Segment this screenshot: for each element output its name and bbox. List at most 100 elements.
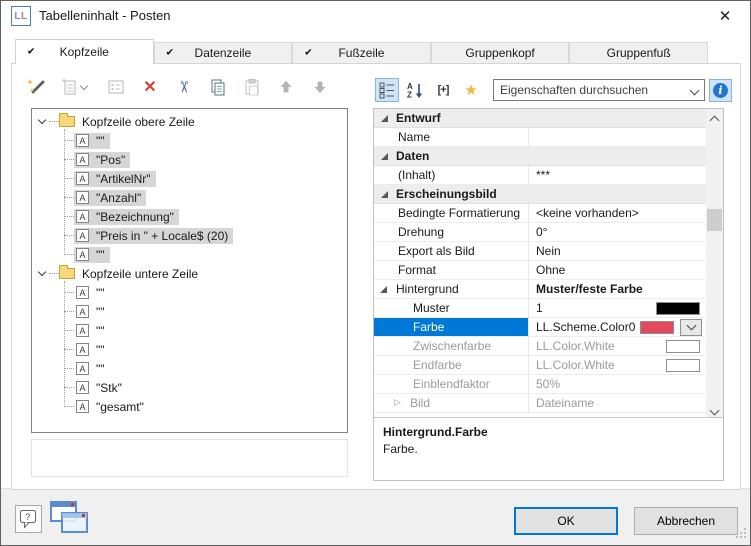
info-icon[interactable]: i [709,79,732,102]
tree-folder-label: Kopfzeile untere Zeile [82,267,198,281]
tree-item[interactable]: A "Stk" [64,378,347,397]
move-down-icon[interactable] [307,75,333,99]
tree-item[interactable]: A "Preis in " + Locale$ (20) [64,226,347,245]
color-swatch [656,302,700,315]
tree-folder-row[interactable]: Kopfzeile obere Zeile [36,112,347,131]
app-icon: LL [11,6,31,26]
tree-item[interactable]: A "" [64,283,347,302]
property-row[interactable]: Endfarbe LL.Color.White [374,356,706,375]
tab-gruppenfuß[interactable]: Gruppenfuß [569,42,708,63]
tree-item[interactable]: A "" [64,245,347,264]
tree-item[interactable]: A "" [64,302,347,321]
swatch-dropdown-button[interactable] [680,319,702,336]
view-categorized-icon[interactable] [375,78,399,102]
tree-item[interactable]: A "" [64,359,347,378]
cancel-button[interactable]: Abbrechen [634,507,738,535]
prop-value: LL.Color.White [536,358,666,372]
tab-gruppenkopf[interactable]: Gruppenkopf [431,42,570,63]
resize-grip-icon[interactable] [736,528,747,542]
dialog-footer: ? OK Abbrechen [1,488,750,545]
scroll-down-icon[interactable] [706,400,723,417]
tree-item[interactable]: A "Pos" [64,150,347,169]
scrollbar[interactable] [706,109,723,417]
tab-fußzeile[interactable]: ✔ Fußzeile [292,42,431,63]
tab-label: Gruppenfuß [607,46,671,60]
prop-label: Farbe [413,320,444,334]
property-category-row[interactable]: Erscheinungsbild [374,185,706,204]
prop-value: LL.Color.White [536,339,666,353]
search-input[interactable] [493,79,705,101]
tab-check-icon: ✔ [304,48,312,59]
tree-children: A "" A "Pos" A "ArtikelNr" A "Anzahl" A … [64,131,347,264]
property-row[interactable]: Einblendfaktor 50% [374,375,706,394]
line-toolbar: ✕ ✂ [23,74,333,100]
tab-kopfzeile[interactable]: ✔ Kopfzeile [15,39,154,64]
tree-folder-label: Kopfzeile obere Zeile [82,115,195,129]
search-dropdown-icon[interactable] [686,83,702,97]
chevron-down-icon[interactable] [38,116,46,124]
tree-item-label: "Pos" [96,153,125,167]
tree-item[interactable]: A "gesamt" [64,397,347,416]
expanded-triangle-icon [381,191,388,198]
property-row[interactable]: (Inhalt) *** [374,166,706,185]
favorites-star-icon[interactable]: ★ [459,78,483,102]
prop-value: 0° [536,225,706,239]
tree-item[interactable]: A "" [64,340,347,359]
window-arrange-icon[interactable] [49,500,93,541]
scroll-up-icon[interactable] [706,109,723,126]
property-row[interactable]: Farbe LL.Scheme.Color0 [374,318,706,337]
tree-item-label: "Bezeichnung" [96,210,174,224]
cut-icon[interactable]: ✂ [171,75,197,99]
sort-az-icon[interactable]: A Z [403,78,427,102]
property-row[interactable]: Zwischenfarbe LL.Color.White [374,337,706,356]
tree-item-label: "" [96,362,105,376]
tree-item[interactable]: A "" [64,321,347,340]
property-row[interactable]: ▷ Bild Dateiname [374,394,706,413]
property-row[interactable]: Hintergrund Muster/feste Farbe [374,280,706,299]
tree-item-label: "" [96,305,105,319]
tree-group: Kopfzeile untere Zeile A "" A "" A "" A … [36,264,347,416]
tree-item-label: "Preis in " + Locale$ (20) [96,229,228,243]
property-row[interactable]: Export als Bild Nein [374,242,706,261]
scrollbar-thumb[interactable] [707,209,722,231]
help-icon[interactable]: ? [15,505,42,533]
delete-line-icon[interactable]: ✕ [137,75,163,99]
property-row[interactable]: Bedingte Formatierung <keine vorhanden> [374,204,706,223]
copy-icon[interactable] [205,75,231,99]
property-row[interactable]: Muster 1 [374,299,706,318]
edit-wand-icon[interactable] [23,75,49,99]
property-rows: Entwurf Name Daten (Inhalt) *** Ers [374,109,706,417]
prop-label: Hintergrund [396,282,459,296]
dialog-window: LL Tabelleninhalt - Posten ✕ ✔ Kopfzeile… [0,0,751,546]
prop-value: 50% [536,377,706,391]
tree-item[interactable]: A "" [64,131,347,150]
property-category-row[interactable]: Entwurf [374,109,706,128]
insert-line-icon[interactable] [57,75,95,99]
text-field-icon: A [76,286,89,299]
tree-item-label: "" [96,286,105,300]
property-category-row[interactable]: Daten [374,147,706,166]
move-up-icon[interactable] [273,75,299,99]
property-grid: Entwurf Name Daten (Inhalt) *** Ers [373,108,724,481]
color-swatch [640,321,674,334]
tree-item[interactable]: A "ArtikelNr" [64,169,347,188]
tab-datenzeile[interactable]: ✔ Datenzeile [154,42,293,63]
tree-item[interactable]: A "Bezeichnung" [64,207,347,226]
tree-folder-row[interactable]: Kopfzeile untere Zeile [36,264,347,283]
color-swatch [666,340,700,353]
expand-all-icon[interactable]: [+] [431,78,455,102]
property-row[interactable]: Name [374,128,706,147]
category-label: Daten [396,149,429,163]
close-icon[interactable]: ✕ [712,6,738,26]
text-field-icon: A [76,248,89,261]
tab-strip: ✔ Kopfzeile ✔ Datenzeile ✔ Fußzeile Grup… [15,39,708,63]
line-properties-icon[interactable] [103,75,129,99]
chevron-down-icon[interactable] [38,268,46,276]
prop-label: Einblendfaktor [413,377,490,391]
text-field-icon: A [76,191,89,204]
ok-button[interactable]: OK [514,507,618,535]
property-row[interactable]: Drehung 0° [374,223,706,242]
tree-item[interactable]: A "Anzahl" [64,188,347,207]
property-row[interactable]: Format Ohne [374,261,706,280]
paste-icon[interactable] [239,75,265,99]
